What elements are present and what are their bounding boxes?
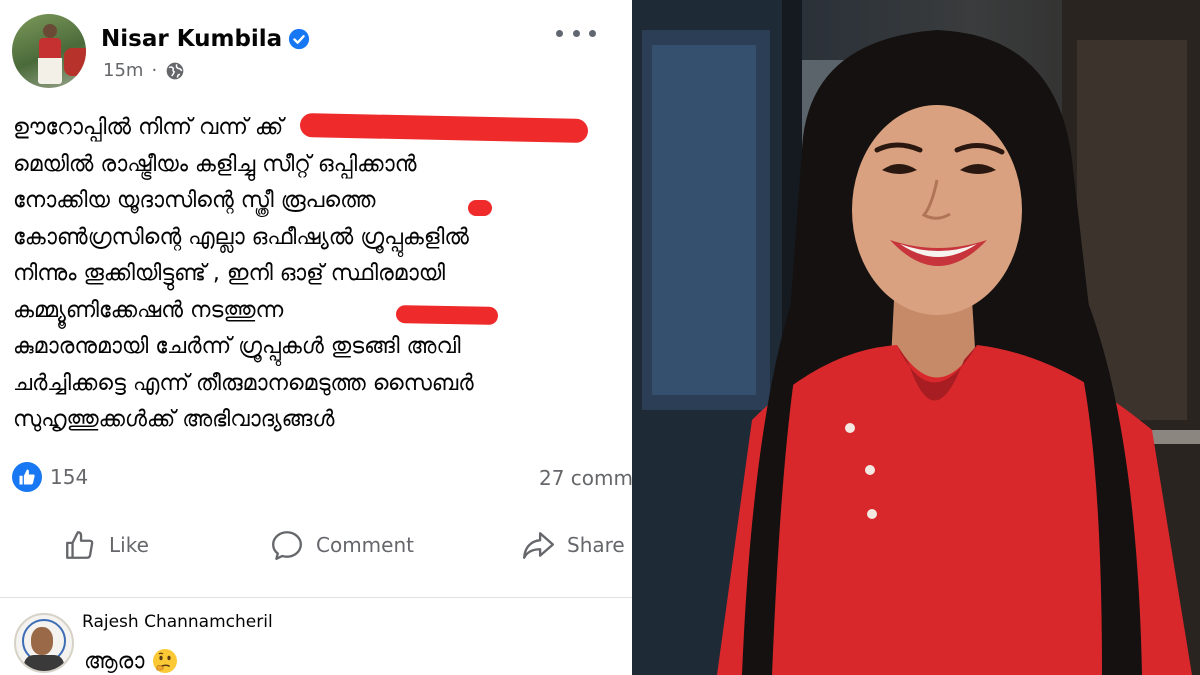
- like-icon: [66, 531, 94, 559]
- author-header: Nisar Kumbila: [101, 24, 310, 54]
- commenter-avatar[interactable]: [14, 613, 74, 673]
- comment-label: Comment: [316, 533, 414, 557]
- portrait-photo: [632, 0, 1200, 675]
- post-line: സുഹൃത്തുക്കൾക്ക് അഭിവാദ്യങ്ങൾ: [13, 407, 335, 432]
- verified-icon: [289, 28, 310, 50]
- share-label: Share: [567, 533, 625, 557]
- comment-text: ആരാ: [84, 648, 178, 674]
- section-divider: [0, 597, 632, 598]
- author-avatar[interactable]: [12, 14, 86, 88]
- post-line: കുമാരനുമായി ചേർന്ന് ഗ്രൂപ്പുകൾ തുടങ്ങി അ…: [13, 334, 461, 359]
- share-button[interactable]: Share: [521, 528, 625, 562]
- comment-icon: [272, 531, 302, 560]
- post-meta: 15m ·: [103, 60, 185, 81]
- facebook-post: Nisar Kumbila 15m · ഊറോപ്പിൽ നിന്ന് വന്ന…: [0, 0, 632, 675]
- reaction-count: 154: [50, 465, 89, 489]
- post-line: നോക്കിയ യൂദാസിന്റെ സ്ത്രീ രൂപത്തെ: [13, 188, 376, 213]
- post-line: മെയിൽ രാഷ്ട്രീയം കളിച്ചു സീറ്റ് ഒപ്പിക്ക…: [13, 151, 417, 177]
- more-options-icon[interactable]: [556, 22, 596, 44]
- like-button[interactable]: Like: [63, 528, 149, 562]
- post-actions: Like Comment Share: [0, 520, 632, 576]
- commenter-name[interactable]: Rajesh Channamcheril: [82, 612, 273, 632]
- comment-body: ആരാ: [84, 648, 145, 674]
- post-time[interactable]: 15m: [103, 60, 143, 81]
- comment-count[interactable]: 27 comme: [539, 466, 632, 490]
- post-line: കോൺഗ്രസിന്റെ എല്ലാ ഒഫീഷ്യൽ ഗ്രൂപ്പുകളിൽ: [13, 224, 469, 250]
- post-line: കമ്മ്യൂണിക്കേഷൻ നടത്തുന്ന: [13, 297, 284, 323]
- portrait-illustration: [632, 0, 1200, 675]
- like-label: Like: [109, 533, 149, 557]
- redaction-mark: [395, 305, 499, 325]
- globe-icon[interactable]: [165, 61, 185, 81]
- post-line: നിന്നും തൂക്കിയിട്ടുണ്ട് , ഇനി ഓള് സ്ഥിര…: [13, 261, 446, 286]
- post-line: ചർച്ചിക്കട്ടെ എന്ന് തീരുമാനമെടുത്ത സൈബർ: [13, 370, 474, 396]
- share-icon: [523, 532, 555, 559]
- meta-separator: ·: [151, 60, 158, 81]
- author-name[interactable]: Nisar Kumbila: [101, 26, 282, 52]
- like-reaction-icon: [12, 462, 42, 492]
- reaction-summary[interactable]: 154: [12, 462, 88, 492]
- comment-button[interactable]: Comment: [270, 528, 414, 562]
- post-text: ഊറോപ്പിൽ നിന്ന് വന്ന് ക്ക് മെയിൽ രാഷ്ട്ര…: [13, 110, 631, 439]
- thinking-face-icon: [153, 649, 178, 673]
- redaction-mark: [468, 200, 492, 216]
